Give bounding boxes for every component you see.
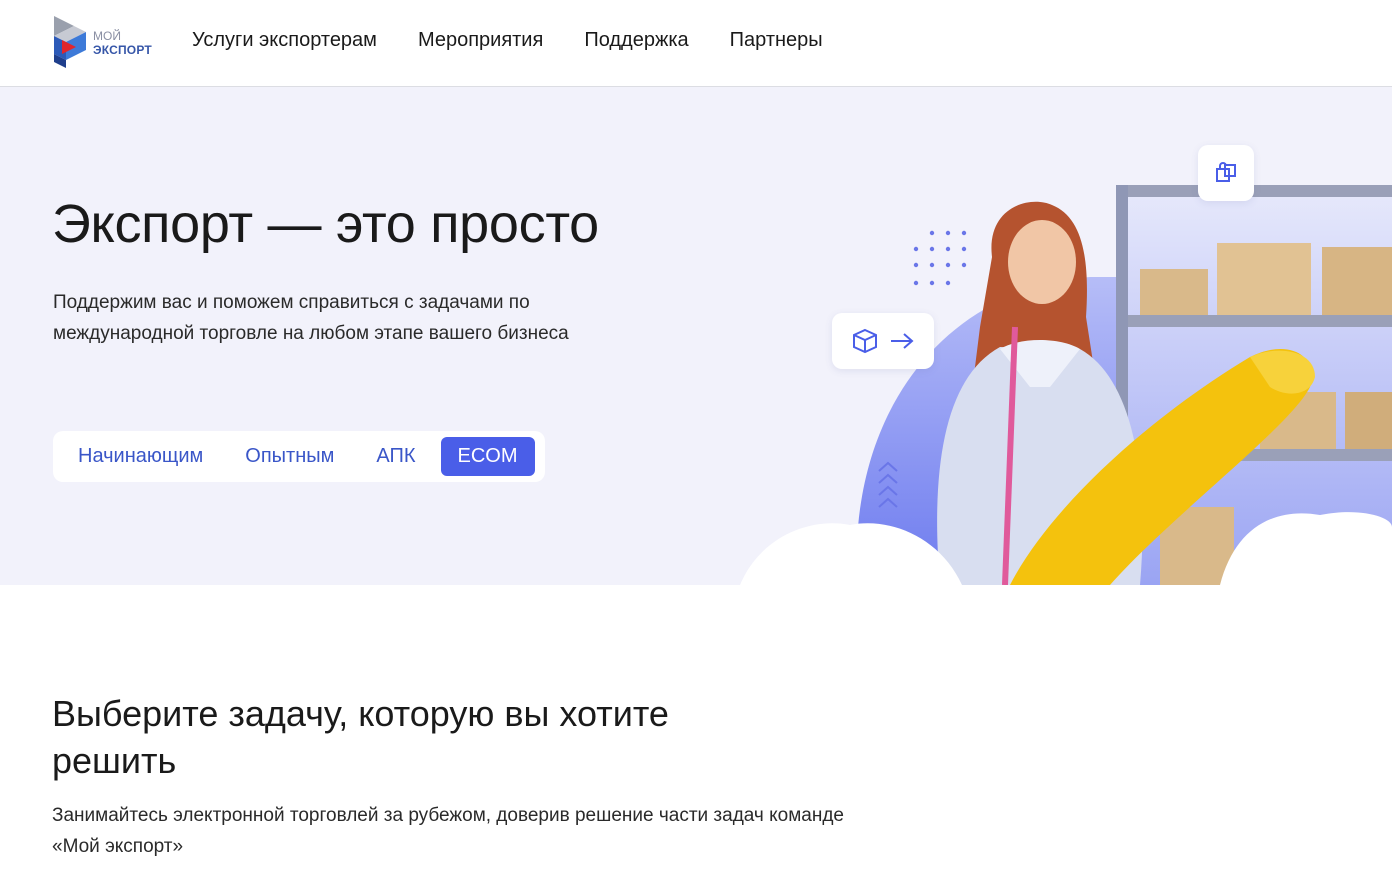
tab-beginners[interactable]: Начинающим <box>61 437 220 476</box>
tab-ecom[interactable]: ECOM <box>440 437 535 476</box>
logo[interactable]: МОЙ ЭКСПОРТ <box>52 12 162 70</box>
site-header: МОЙ ЭКСПОРТ Услуги экспортерам Мероприят… <box>0 0 1392 87</box>
nav-item-services[interactable]: Услуги экспортерам <box>192 29 377 52</box>
arrow-right-icon <box>891 333 914 349</box>
audience-tabs: Начинающим Опытным АПК ECOM <box>53 431 545 482</box>
main-nav: Услуги экспортерам Мероприятия Поддержка… <box>192 29 823 52</box>
hero-title: Экспорт — это просто <box>52 194 599 254</box>
nav-item-events[interactable]: Мероприятия <box>418 29 543 52</box>
chevrons-up-icon <box>878 461 898 508</box>
hero-illustration-art <box>740 185 1392 585</box>
shopping-bags-icon <box>1216 162 1236 182</box>
tab-experienced[interactable]: Опытным <box>228 437 351 476</box>
tab-apk[interactable]: АПК <box>359 437 432 476</box>
logo-text: МОЙ ЭКСПОРТ <box>93 29 152 57</box>
bags-card <box>1198 145 1254 201</box>
nav-item-support[interactable]: Поддержка <box>584 29 688 52</box>
hero-illustration <box>730 87 1392 585</box>
section-title: Выберите задачу, которую вы хотите решит… <box>52 693 669 781</box>
logo-line2: ЭКСПОРТ <box>93 43 152 57</box>
logo-mark-icon <box>54 16 86 68</box>
export-card <box>832 313 934 369</box>
box-icon <box>853 328 877 354</box>
hero-section: Экспорт — это просто Поддержим вас и пом… <box>0 87 1392 585</box>
section-subtitle: Занимайтесь электронной торговлей за руб… <box>52 805 844 857</box>
nav-item-partners[interactable]: Партнеры <box>730 29 823 52</box>
hero-subtitle: Поддержим вас и поможем справиться с зад… <box>53 292 569 344</box>
logo-line1: МОЙ <box>93 29 121 43</box>
